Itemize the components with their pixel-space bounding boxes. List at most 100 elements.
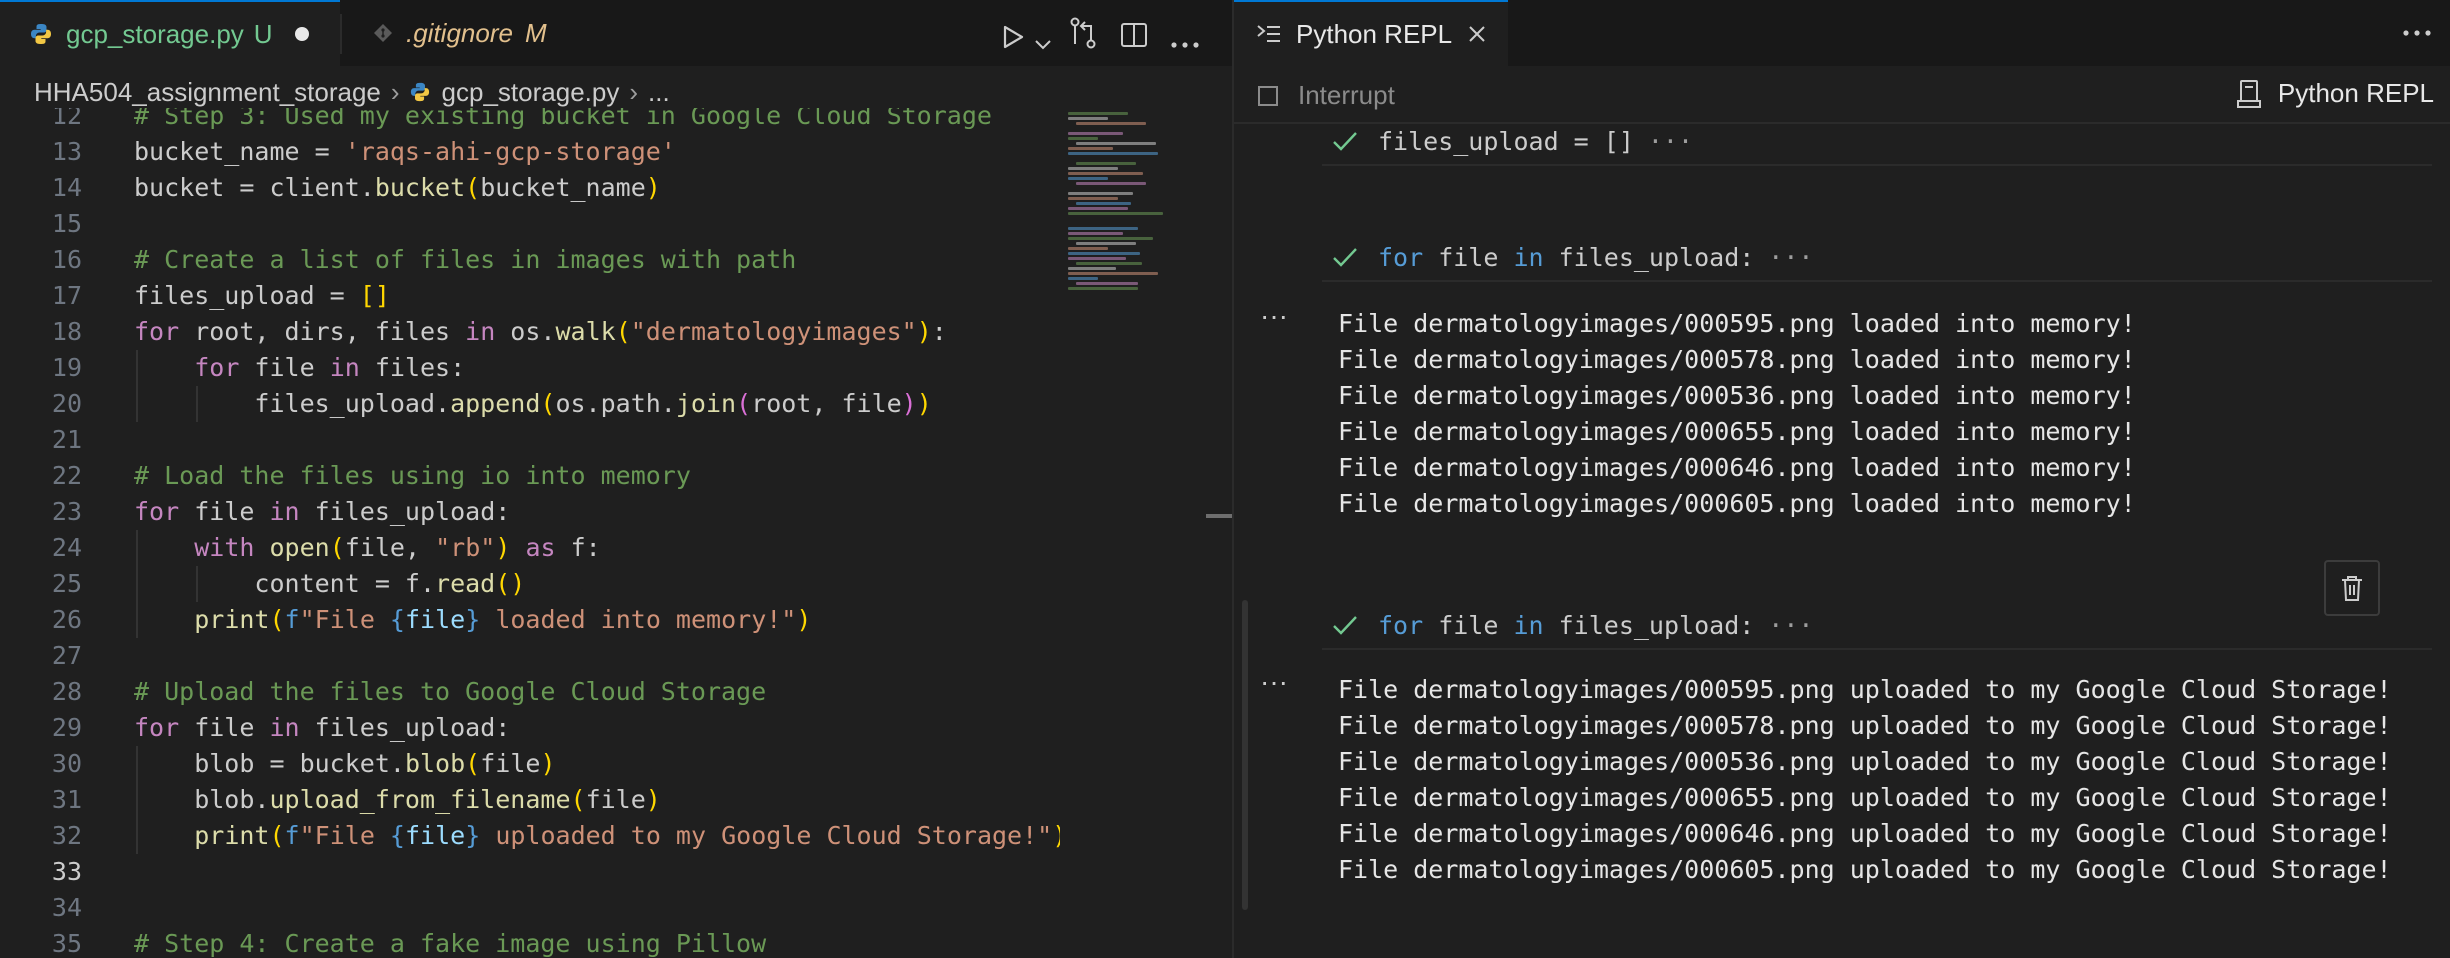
- code-line[interactable]: 31 blob.upload_from_filename(file): [0, 782, 1060, 818]
- code-line[interactable]: 20 files_upload.append(os.path.join(root…: [0, 386, 1060, 422]
- code-text: blob.upload_from_filename(file): [134, 785, 661, 814]
- compare-icon[interactable]: [1068, 16, 1098, 50]
- output-line: File dermatologyimages/000646.png upload…: [1338, 819, 2392, 848]
- output-menu-icon[interactable]: ···: [1260, 300, 1288, 332]
- minimap-line: [1068, 227, 1138, 230]
- line-number: 31: [51, 785, 82, 814]
- breadcrumb-file[interactable]: gcp_storage.py: [442, 77, 620, 108]
- minimap-line: [1068, 277, 1098, 280]
- code-text: files_upload.append(os.path.join(root, f…: [134, 389, 932, 418]
- code-line[interactable]: 13 bucket_name = 'raqs-ahi-gcp-storage': [0, 134, 1060, 170]
- code-text: for file in files:: [194, 353, 466, 382]
- minimap-line: [1068, 212, 1163, 215]
- code-line[interactable]: 15: [0, 206, 1060, 242]
- interrupt-button[interactable]: Interrupt: [1258, 80, 1395, 111]
- line-number: 24: [51, 533, 82, 562]
- minimap[interactable]: [1060, 108, 1200, 298]
- code-line[interactable]: 30 blob = bucket.blob(file): [0, 746, 1060, 782]
- line-number: 14: [51, 173, 82, 202]
- minimap-line: [1068, 247, 1108, 250]
- breadcrumb-symbol[interactable]: ...: [648, 77, 670, 108]
- line-number: 22: [51, 461, 82, 490]
- repl-cell-input[interactable]: for file in files_upload: ···: [1322, 234, 2432, 282]
- code-line[interactable]: 24 with open(file, "rb") as f:: [0, 530, 1060, 566]
- line-number: 21: [51, 425, 82, 454]
- code-line[interactable]: 19 for file in files:: [0, 350, 1060, 386]
- code-text: content = f.read(): [134, 569, 526, 598]
- editor-scrollbar[interactable]: [1206, 118, 1232, 958]
- chevron-down-icon[interactable]: [1034, 28, 1052, 62]
- tab-python-repl[interactable]: Python REPL: [1234, 0, 1508, 66]
- minimap-line: [1076, 242, 1136, 245]
- line-number: 20: [51, 389, 82, 418]
- minimap-line: [1076, 142, 1156, 145]
- code-line[interactable]: 17 files_upload = []: [0, 278, 1060, 314]
- kernel-picker[interactable]: Python REPL: [2236, 78, 2434, 109]
- modified-badge: M: [524, 17, 547, 48]
- split-editor-icon[interactable]: [1120, 18, 1148, 52]
- code-line[interactable]: 27: [0, 638, 1060, 674]
- expand-cell-icon[interactable]: ···: [1768, 243, 1813, 272]
- close-icon[interactable]: [1468, 25, 1486, 43]
- code-text: for file in files_upload:: [134, 713, 511, 742]
- scrollbar-thumb-marker[interactable]: [1206, 514, 1232, 518]
- tab-gitignore[interactable]: .gitignore M: [342, 0, 582, 66]
- check-icon: [1333, 132, 1357, 151]
- more-icon[interactable]: [2402, 29, 2432, 37]
- code-line[interactable]: 28 # Upload the files to Google Cloud Sto…: [0, 674, 1060, 710]
- run-icon[interactable]: [1000, 20, 1026, 54]
- line-number: 25: [51, 569, 82, 598]
- tab-gcp-storage[interactable]: gcp_storage.py U: [0, 0, 340, 66]
- code-text: # Load the files using io into memory: [134, 461, 691, 490]
- minimap-line: [1068, 192, 1133, 195]
- repl-cell-input[interactable]: files_upload = [] ···: [1322, 118, 2432, 166]
- code-line[interactable]: 21: [0, 422, 1060, 458]
- code-line[interactable]: 25 content = f.read(): [0, 566, 1060, 602]
- tab-label: gcp_storage.py: [66, 18, 244, 49]
- code-text: # Create a list of files in images with …: [134, 245, 797, 274]
- cell-sash[interactable]: [1242, 600, 1248, 910]
- minimap-line: [1076, 282, 1138, 285]
- breadcrumb-folder[interactable]: HHA504_assignment_storage: [34, 77, 381, 108]
- tab-label: Python REPL: [1296, 18, 1453, 49]
- expand-cell-icon[interactable]: ···: [1768, 611, 1813, 640]
- repl-cell-input[interactable]: for file in files_upload: ···: [1322, 602, 2432, 650]
- minimap-line: [1068, 252, 1140, 255]
- code-line[interactable]: 14 bucket = client.bucket(bucket_name): [0, 170, 1060, 206]
- code-line[interactable]: 16 # Create a list of files in images wit…: [0, 242, 1060, 278]
- line-number: 23: [51, 497, 82, 526]
- minimap-line: [1068, 232, 1123, 235]
- delete-cell-button[interactable]: [2324, 560, 2380, 616]
- line-number: 17: [51, 281, 82, 310]
- code-text: for file in files_upload:: [134, 497, 511, 526]
- code-line[interactable]: 35 # Step 4: Create a fake image using Pi…: [0, 926, 1060, 958]
- code-line[interactable]: 22 # Load the files using io into memory: [0, 458, 1060, 494]
- minimap-line: [1068, 287, 1138, 290]
- expand-cell-icon[interactable]: ···: [1648, 127, 1693, 156]
- code-line[interactable]: 12 # Step 3: Used my existing bucket in G…: [0, 108, 1060, 134]
- code-line[interactable]: 26 print(f"File {file} loaded into memor…: [0, 602, 1060, 638]
- code-text: print(f"File {file} loaded into memory!"…: [194, 605, 812, 634]
- code-text: # Step 3: Used my existing bucket in Goo…: [134, 108, 992, 130]
- editor-panel: gcp_storage.py U .gitignore M HHA504_ass…: [0, 0, 1232, 958]
- repl-panel: Python REPL Interrupt Python REPL files_…: [1234, 0, 2450, 958]
- code-line[interactable]: 18 for root, dirs, files in os.walk("derm…: [0, 314, 1060, 350]
- line-number: 35: [51, 929, 82, 958]
- minimap-line: [1068, 237, 1153, 240]
- minimap-line: [1068, 197, 1118, 200]
- line-number: 16: [51, 245, 82, 274]
- minimap-line: [1068, 177, 1108, 180]
- line-number: 15: [51, 209, 82, 238]
- code-line[interactable]: 34: [0, 890, 1060, 926]
- code-line[interactable]: 33: [0, 854, 1060, 890]
- output-menu-icon[interactable]: ···: [1260, 666, 1288, 698]
- output-line: File dermatologyimages/000595.png upload…: [1338, 675, 2392, 704]
- unsaved-dot-icon[interactable]: [294, 27, 309, 41]
- code-line[interactable]: 29 for file in files_upload:: [0, 710, 1060, 746]
- code-line[interactable]: 23 for file in files_upload:: [0, 494, 1060, 530]
- code-area[interactable]: 12 # Step 3: Used my existing bucket in G…: [0, 108, 1060, 958]
- minimap-line: [1068, 167, 1118, 170]
- more-icon[interactable]: [1170, 28, 1200, 62]
- kernel-label: Python REPL: [2277, 78, 2434, 108]
- code-line[interactable]: 32 print(f"File {file} uploaded to my Go…: [0, 818, 1060, 854]
